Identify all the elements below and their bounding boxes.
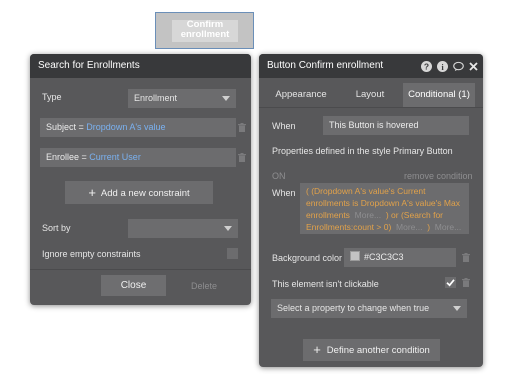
plus-icon: + bbox=[88, 185, 96, 200]
canvas-button-label: Confirm enrollment bbox=[172, 20, 238, 42]
type-select-value: Enrollment bbox=[134, 93, 178, 103]
comment-icon[interactable] bbox=[453, 61, 464, 74]
define-condition-label: Define another condition bbox=[326, 345, 430, 356]
bg-color-field[interactable]: #C3C3C3 bbox=[344, 248, 456, 267]
sort-by-label: Sort by bbox=[42, 223, 71, 233]
property-select[interactable]: Select a property to change when true bbox=[271, 299, 467, 318]
tab-appearance[interactable]: Appearance bbox=[265, 83, 337, 107]
search-panel-title: Search for Enrollments bbox=[30, 54, 251, 78]
expression-line-1: ( (Dropdown A's value's Current bbox=[306, 186, 426, 196]
expression-or: ) or (Search for bbox=[385, 210, 444, 220]
constraint-subject[interactable]: Subject = Dropdown A's value bbox=[40, 118, 236, 137]
expression-close-paren: ) bbox=[427, 222, 431, 232]
type-select[interactable]: Enrollment bbox=[128, 89, 236, 108]
define-condition-button[interactable]: + Define another condition bbox=[303, 339, 440, 361]
ignore-empty-checkbox[interactable] bbox=[227, 248, 238, 259]
when-expression-label: When bbox=[272, 188, 296, 198]
expression-count: Enrollments:count > 0) bbox=[306, 222, 392, 232]
sort-by-select[interactable] bbox=[128, 219, 238, 238]
on-label: ON bbox=[272, 171, 286, 181]
button-panel-title: Button Confirm enrollment bbox=[267, 60, 384, 71]
tab-layout[interactable]: Layout bbox=[337, 83, 403, 107]
property-select-placeholder: Select a property to change when true bbox=[277, 303, 430, 313]
not-clickable-checkbox[interactable] bbox=[445, 277, 456, 288]
button-panel-header: Button Confirm enrollment bbox=[259, 54, 483, 78]
when-field[interactable]: This Button is hovered bbox=[323, 116, 469, 135]
canvas-confirm-enrollment-button[interactable]: Confirm enrollment bbox=[155, 12, 254, 49]
add-constraint-button[interactable]: + Add a new constraint bbox=[65, 181, 213, 204]
ignore-empty-label: Ignore empty constraints bbox=[42, 249, 141, 259]
constraint-enrollee[interactable]: Enrollee = Current User bbox=[40, 148, 236, 167]
when-expression-field[interactable]: ( (Dropdown A's value's Current enrollme… bbox=[300, 183, 469, 234]
search-panel: Search for Enrollments Type Enrollment S… bbox=[30, 54, 251, 305]
constraint-enrollee-key: Enrollee = bbox=[46, 152, 87, 162]
tab-divider bbox=[259, 107, 483, 108]
close-button-label: Close bbox=[120, 280, 147, 291]
when-field-value: This Button is hovered bbox=[329, 120, 419, 130]
button-properties-panel: Button Confirm enrollment ? i Appearance… bbox=[259, 54, 483, 367]
constraint-subject-key: Subject = bbox=[46, 122, 84, 132]
info-icon[interactable]: i bbox=[437, 61, 448, 74]
bg-color-label: Background color bbox=[272, 253, 343, 263]
expression-line-3: enrollments More... ) or (Search for bbox=[306, 209, 469, 221]
when-label: When bbox=[272, 121, 296, 131]
expression-line-2: enrollments is Dropdown A's value's Max bbox=[306, 198, 460, 208]
trash-icon[interactable] bbox=[238, 153, 246, 162]
close-icon[interactable] bbox=[469, 62, 478, 73]
help-icon[interactable]: ? bbox=[421, 61, 432, 74]
remove-condition-link[interactable]: remove condition bbox=[404, 171, 473, 181]
bg-color-value: #C3C3C3 bbox=[364, 252, 404, 262]
tab-conditional[interactable]: Conditional (1) bbox=[403, 83, 475, 107]
caret-down-icon bbox=[453, 306, 461, 311]
checkmark-icon bbox=[446, 279, 455, 287]
add-constraint-label: Add a new constraint bbox=[100, 188, 190, 199]
type-label: Type bbox=[42, 92, 62, 102]
trash-icon[interactable] bbox=[462, 278, 470, 287]
constraint-subject-value[interactable]: Dropdown A's value bbox=[86, 122, 165, 132]
plus-icon: + bbox=[313, 342, 321, 357]
trash-icon[interactable] bbox=[238, 123, 246, 132]
not-clickable-label: This element isn't clickable bbox=[272, 279, 379, 289]
trash-icon[interactable] bbox=[462, 253, 470, 262]
more-link[interactable]: More... bbox=[435, 222, 461, 232]
constraint-enrollee-value[interactable]: Current User bbox=[89, 152, 141, 162]
more-link[interactable]: More... bbox=[355, 210, 381, 220]
delete-button[interactable]: Delete bbox=[191, 281, 217, 291]
svg-text:?: ? bbox=[424, 62, 429, 72]
properties-note: Properties defined in the style Primary … bbox=[272, 146, 453, 156]
expression-enrollments: enrollments bbox=[306, 210, 350, 220]
color-swatch bbox=[350, 251, 360, 261]
caret-down-icon bbox=[222, 96, 230, 101]
more-link[interactable]: More... bbox=[396, 222, 422, 232]
caret-down-icon bbox=[224, 226, 232, 231]
close-button[interactable]: Close bbox=[101, 275, 166, 296]
expression-line-4: Enrollments:count > 0) More... ) More... bbox=[306, 221, 469, 233]
